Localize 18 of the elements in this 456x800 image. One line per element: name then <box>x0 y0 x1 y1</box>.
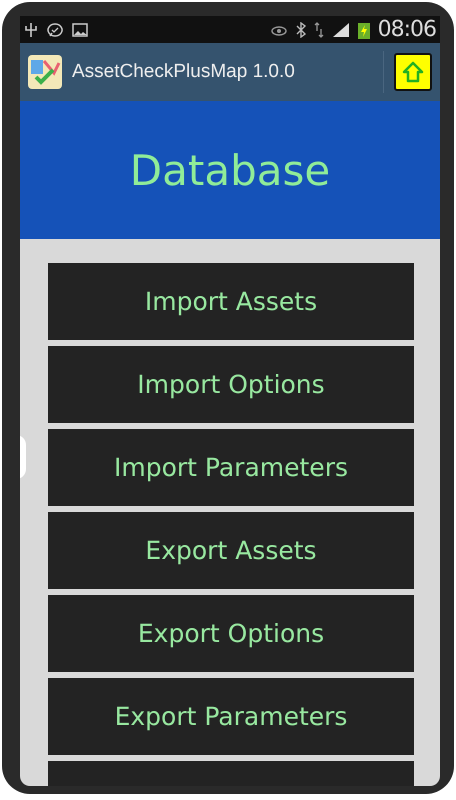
clock-text: 08:06 <box>378 17 436 42</box>
bluetooth-icon <box>296 22 306 38</box>
image-icon <box>72 22 88 36</box>
menu-button[interactable]: Export Parameters <box>48 678 414 755</box>
page-title: Database <box>130 146 330 194</box>
menu-button[interactable]: Import Options <box>48 346 414 423</box>
data-arrows-icon <box>314 22 324 38</box>
app-icon <box>28 55 62 89</box>
signal-icon <box>332 22 350 38</box>
usb-icon <box>24 22 38 38</box>
battery-icon <box>358 20 370 38</box>
menu-button[interactable]: Export Options <box>48 595 414 672</box>
app-title: AssetCheckPlusMap 1.0.0 <box>72 61 296 83</box>
chat-icon <box>46 22 64 38</box>
menu-button[interactable]: Export Assets <box>48 512 414 589</box>
home-button[interactable] <box>394 53 432 91</box>
menu-button[interactable]: Import Assets <box>48 263 414 340</box>
menu-button[interactable]: Import Parameters <box>48 429 414 506</box>
